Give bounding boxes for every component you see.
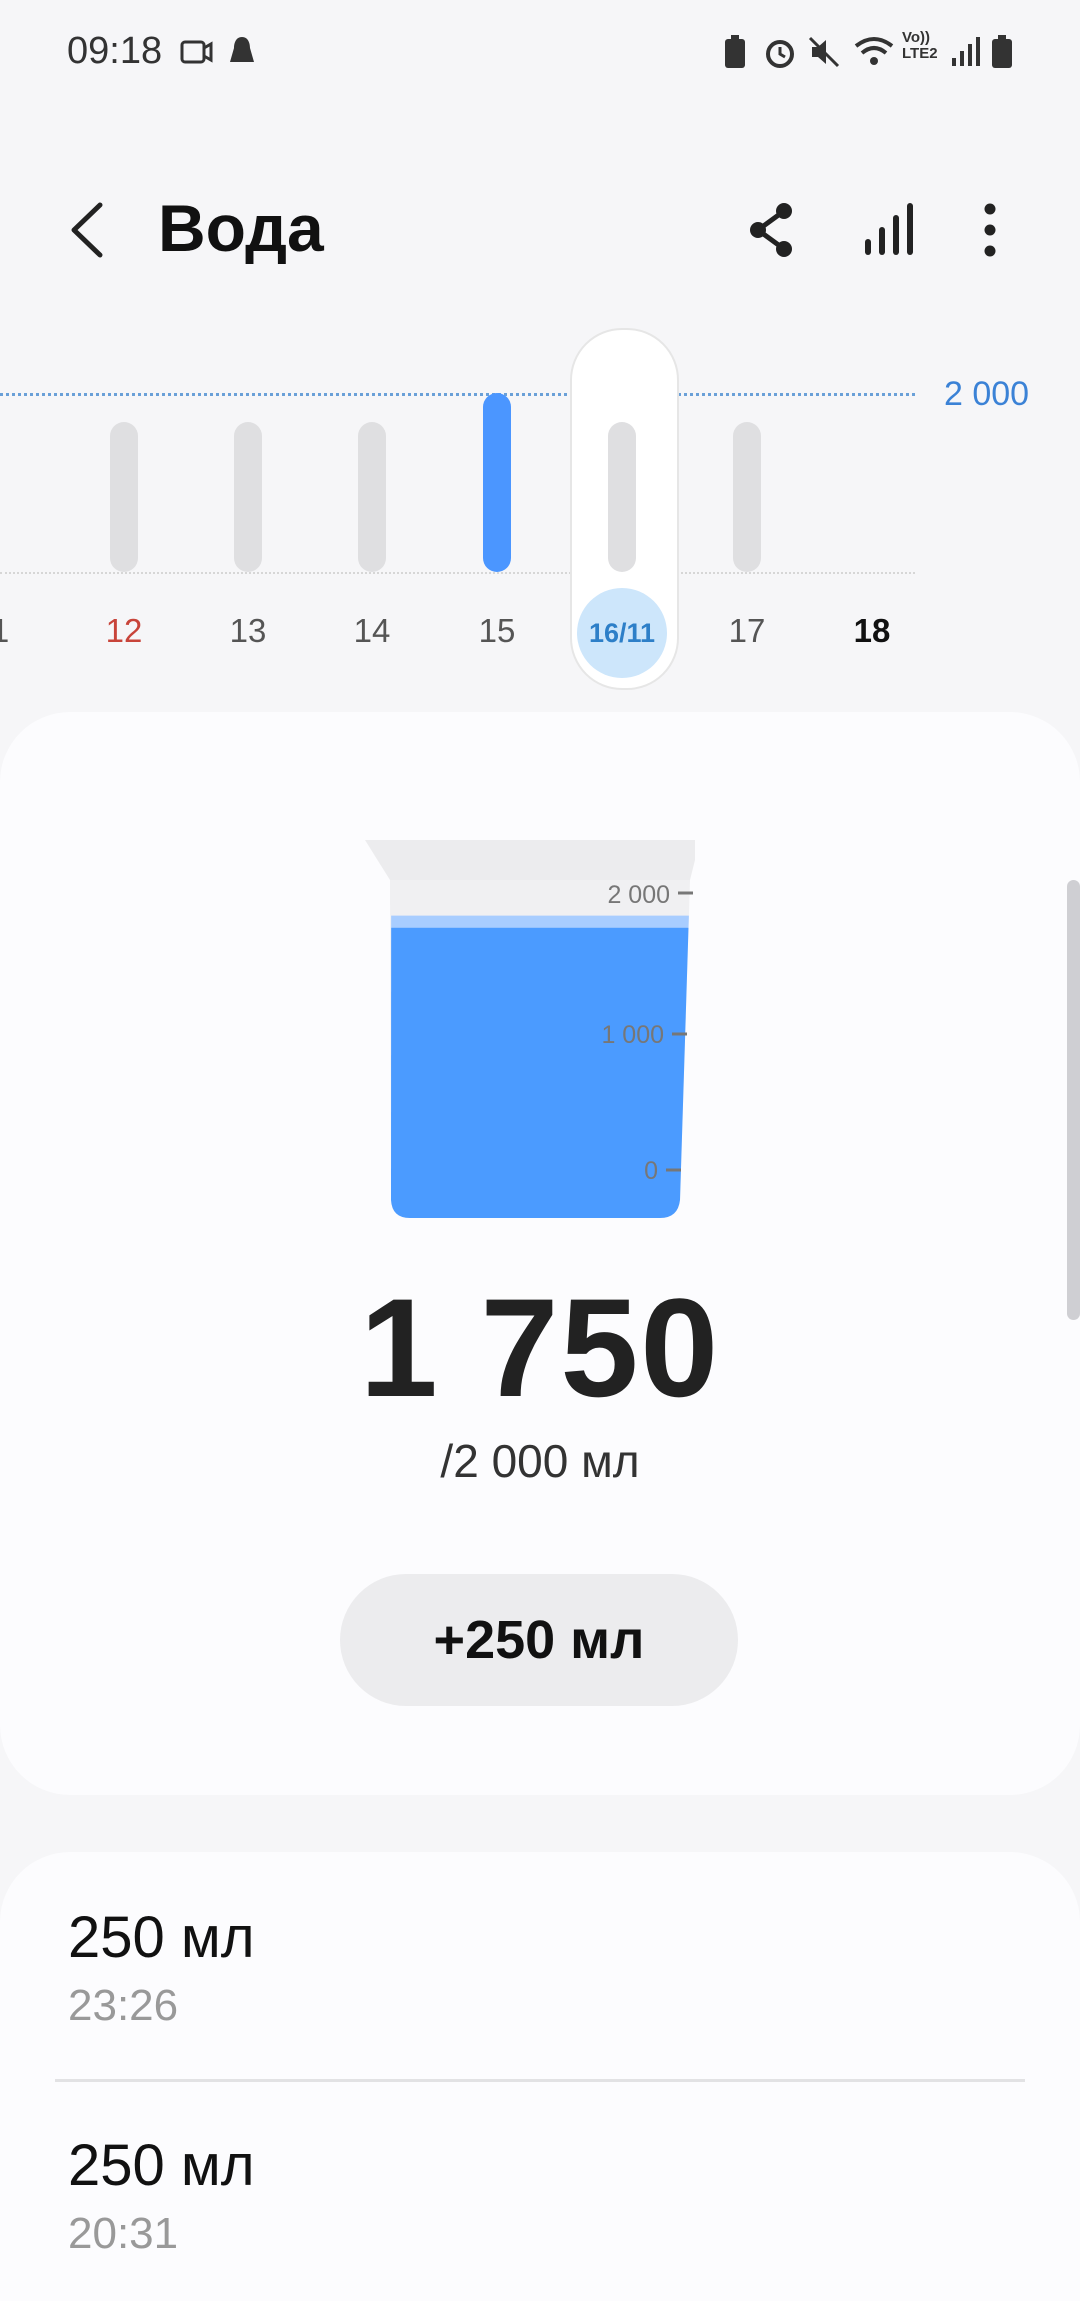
screen-record-icon	[178, 34, 214, 75]
volte-icon: Vo)) LTE2	[902, 29, 938, 62]
alarm-icon	[762, 34, 798, 75]
mute-icon	[806, 34, 842, 75]
day-bar-13[interactable]	[234, 422, 262, 572]
water-amount: 1 750	[359, 1269, 721, 1426]
page-title: Вода	[158, 191, 324, 265]
day-label-18[interactable]: 18	[827, 612, 917, 650]
entry-time: 20:31	[68, 2209, 179, 2258]
day-label-12[interactable]: 12	[79, 612, 169, 650]
more-options-button[interactable]	[955, 195, 1025, 265]
day-label-15[interactable]: 15	[452, 612, 542, 650]
list-item[interactable]: 250 мл 20:31	[68, 2132, 255, 2259]
glass-illustration: 2 000 1 000 0	[365, 840, 695, 1218]
chart-icon	[865, 203, 913, 255]
list-item[interactable]: 250 мл 23:26	[68, 1904, 255, 2031]
status-bar: 09:18 Vo)) LTE2	[0, 0, 1080, 110]
intake-log: 250 мл 23:26 250 мл 20:31	[0, 1852, 1080, 2301]
goal-line-label: 2 000	[944, 375, 1030, 413]
glass-tick-2000: 2 000	[607, 881, 670, 909]
add-250ml-button[interactable]: +250 мл	[340, 1574, 738, 1706]
divider	[55, 2079, 1025, 2082]
entry-amount: 250 мл	[68, 2133, 255, 2198]
glass-tick-0: 0	[644, 1157, 658, 1185]
back-arrow-icon	[71, 202, 103, 258]
glass-tick-1000: 1 000	[601, 1021, 664, 1049]
day-label-selected[interactable]: 16/11	[577, 588, 667, 678]
more-icon	[984, 203, 996, 257]
entry-amount: 250 мл	[68, 1905, 255, 1970]
scrollbar-thumb[interactable]	[1067, 880, 1080, 1320]
day-label-14[interactable]: 14	[327, 612, 417, 650]
battery-icon	[990, 34, 1014, 75]
statistics-button[interactable]	[852, 195, 922, 265]
water-glass: 2 000 1 000 0	[360, 840, 700, 1220]
day-label-13[interactable]: 13	[203, 612, 293, 650]
back-button[interactable]	[60, 195, 120, 265]
day-bar-16-11[interactable]	[608, 422, 636, 572]
water-card: 2 000 1 000 0 1 750 /2 000 мл +250 мл	[0, 712, 1080, 1795]
baseline	[0, 572, 915, 574]
share-icon	[750, 203, 792, 257]
day-label-1[interactable]: 1	[0, 612, 45, 650]
goal-line	[0, 393, 915, 396]
water-goal: /2 000 мл	[440, 1435, 640, 1487]
day-label-17[interactable]: 17	[702, 612, 792, 650]
signal-icon	[950, 34, 980, 75]
wifi-icon	[852, 34, 896, 75]
entry-time: 23:26	[68, 1981, 179, 2030]
app-header: Вода	[0, 170, 1080, 290]
day-bar-15[interactable]	[483, 393, 511, 572]
share-button[interactable]	[736, 195, 806, 265]
battery-saver-icon	[722, 34, 748, 75]
status-time: 09:18	[67, 30, 163, 72]
day-bar-17[interactable]	[733, 422, 761, 572]
day-bar-12[interactable]	[110, 422, 138, 572]
daily-intake-chart: 2 000 1 12 13 14 15 16/11 17 18	[0, 320, 1080, 690]
day-bar-14[interactable]	[358, 422, 386, 572]
app-notification-icon	[226, 34, 258, 75]
